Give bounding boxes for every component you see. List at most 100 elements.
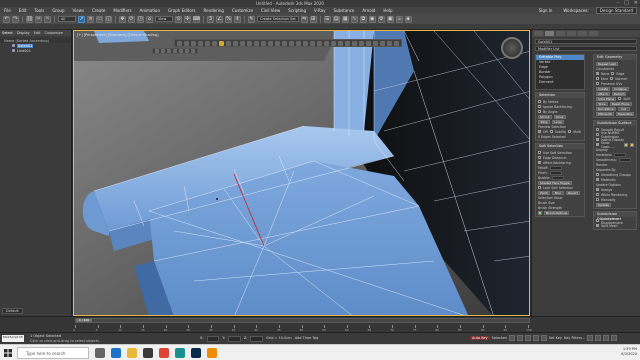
go-to-end-icon[interactable]: [540, 335, 547, 341]
schematic-view-icon[interactable]: ⧉: [359, 15, 367, 23]
grow-button[interactable]: Grow: [553, 114, 566, 119]
material-editor-icon[interactable]: ◉: [368, 15, 376, 23]
vp-select-icon[interactable]: [177, 40, 182, 46]
preview-off-radio[interactable]: [538, 130, 541, 133]
display-tab-icon[interactable]: [578, 31, 587, 36]
window-crossing-icon[interactable]: ◫: [105, 15, 112, 23]
key-filters-button[interactable]: Key Filters...: [564, 336, 585, 340]
perspective-viewport[interactable]: [+] [Perspective] [Standard] [Default Sh…: [73, 30, 530, 316]
ignore-backfacing-checkbox[interactable]: [538, 105, 541, 108]
update-button[interactable]: Update: [596, 202, 611, 207]
attach-button[interactable]: Attach: [596, 91, 610, 96]
split-checkbox[interactable]: [618, 97, 622, 100]
undo-icon[interactable]: ↶: [3, 15, 10, 23]
keyboard-shortcut-icon[interactable]: ⌨: [193, 15, 200, 23]
tab-customize[interactable]: Customize: [45, 31, 63, 35]
mirror-icon[interactable]: ⇋: [300, 15, 308, 23]
quickslice-button[interactable]: QuickSlice: [596, 106, 616, 111]
shrink-button[interactable]: Shrink: [538, 114, 552, 119]
vp-target-weld-icon[interactable]: [289, 40, 294, 46]
vp-move-icon[interactable]: [184, 40, 189, 46]
set-key-button[interactable]: Set Key: [549, 336, 562, 340]
x-field[interactable]: [206, 336, 220, 342]
split-mesh-checkbox[interactable]: [596, 224, 599, 227]
motion-tab-icon[interactable]: [567, 31, 576, 36]
move-icon[interactable]: ✥: [119, 15, 126, 23]
key-mode-dropdown[interactable]: Selected: [492, 336, 507, 340]
edge-icon[interactable]: [111, 348, 121, 358]
menu-views[interactable]: Views: [69, 8, 89, 13]
windows-start-icon[interactable]: [4, 349, 12, 357]
revert-button[interactable]: Revert: [566, 190, 580, 195]
rendered-frame-icon[interactable]: ▣: [386, 15, 394, 23]
menu-rendering[interactable]: Rendering: [200, 8, 228, 13]
taskbar-search-input[interactable]: Type here to search: [17, 347, 89, 359]
sign-in-link[interactable]: Sign In: [535, 8, 557, 13]
select-by-name-icon[interactable]: ≡: [87, 15, 94, 23]
subdivision-surface-rollout-header[interactable]: Subdivision Surface: [594, 121, 636, 126]
rect-selection-icon[interactable]: ▭: [96, 15, 103, 23]
shaded-face-toggle-button[interactable]: Shaded Face Toggle: [538, 180, 572, 185]
minimize-button[interactable]: –: [617, 0, 620, 6]
toggle-ribbon-icon[interactable]: ▦: [341, 15, 349, 23]
selection-filter-dropdown[interactable]: All: [58, 16, 76, 22]
render-production-icon[interactable]: ◈: [404, 15, 412, 23]
vp-vertex-icon[interactable]: [205, 40, 210, 46]
rotate-icon[interactable]: ⟳: [128, 15, 135, 23]
bubble-spinner[interactable]: [552, 175, 565, 180]
vp-ring-icon[interactable]: [352, 40, 357, 46]
repeat-last-button[interactable]: Repeat Last: [596, 61, 618, 66]
menu-vray[interactable]: V-Ray: [310, 8, 329, 13]
vp-chamfer-icon[interactable]: [261, 40, 266, 46]
pan-icon[interactable]: [595, 335, 602, 341]
maxscript-listener-field[interactable]: MAXScript Mi: [2, 335, 24, 342]
constraint-none-radio[interactable]: [596, 72, 599, 75]
vp-edge-icon[interactable]: [212, 40, 217, 46]
vlc-icon[interactable]: [207, 348, 217, 358]
y-field[interactable]: [228, 336, 241, 342]
visibility-eye-icon[interactable]: [12, 44, 15, 47]
maximize-viewport-icon[interactable]: [611, 335, 618, 341]
preview-subobj-radio[interactable]: [549, 130, 553, 133]
vp-sub-edge-icon[interactable]: [161, 49, 165, 53]
layer-dropdown[interactable]: Default: [2, 308, 23, 314]
slice-button[interactable]: Slice: [596, 101, 608, 106]
update-rendering-radio[interactable]: [596, 193, 599, 196]
tessellate-button[interactable]: Tessellate: [615, 111, 634, 116]
preserve-uvs-checkbox[interactable]: [596, 82, 599, 85]
snap-toggle-icon[interactable]: 3: [207, 15, 214, 23]
ring-button[interactable]: Ring: [538, 119, 550, 124]
constraint-edge-radio[interactable]: [611, 72, 615, 75]
use-nurms-checkbox[interactable]: [596, 133, 599, 136]
redo-icon[interactable]: ↷: [12, 15, 19, 23]
lock-soft-checkbox[interactable]: [538, 186, 541, 189]
msmooth-button[interactable]: MSmooth: [596, 111, 614, 116]
edge-distance-checkbox[interactable]: [538, 156, 541, 159]
by-vertex-checkbox[interactable]: [538, 100, 541, 103]
loop-button[interactable]: Loop: [552, 119, 564, 124]
chrome-icon[interactable]: [159, 348, 169, 358]
soft-selection-color-swatch[interactable]: [538, 210, 542, 215]
vp-sub-close-icon[interactable]: [191, 49, 195, 53]
viewcube-icon[interactable]: [501, 37, 523, 59]
system-tray-clock[interactable]: 1:59 PM 6/3/2020: [621, 347, 637, 357]
vp-connect-icon[interactable]: [275, 40, 280, 46]
paint-button[interactable]: Paint: [538, 190, 550, 195]
angle-snap-icon[interactable]: ∠: [216, 15, 223, 23]
select-object-icon[interactable]: ➚: [78, 15, 85, 23]
3dsmax-icon[interactable]: [175, 348, 185, 358]
menu-modifiers[interactable]: Modifiers: [109, 8, 135, 13]
isoline-display-checkbox[interactable]: [596, 138, 599, 141]
vp-sub-polygon-icon[interactable]: [173, 49, 177, 53]
menu-arnold[interactable]: Arnold: [358, 8, 379, 13]
menu-edit[interactable]: Edit: [15, 8, 31, 13]
vp-border-icon[interactable]: [219, 40, 224, 46]
unlink-icon[interactable]: ✂: [35, 15, 42, 23]
vp-cut-icon[interactable]: [247, 40, 252, 46]
link-icon[interactable]: ⛓: [26, 15, 33, 23]
menu-substance[interactable]: Substance: [329, 8, 358, 13]
use-soft-selection-checkbox[interactable]: [538, 151, 541, 154]
vp-sub-border-icon[interactable]: [167, 49, 171, 53]
spinner-snap-icon[interactable]: ⇕: [234, 15, 241, 23]
add-time-tag-button[interactable]: Add Time Tag: [295, 336, 319, 342]
